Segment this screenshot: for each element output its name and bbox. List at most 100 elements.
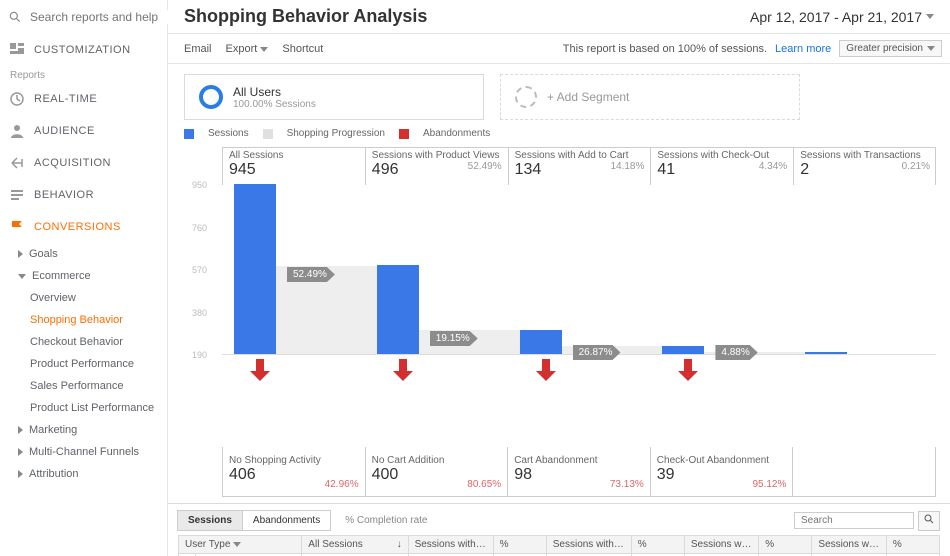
funnel-step: Sessions with Product Views 496 52.49% 1… (365, 147, 508, 447)
nav-acquisition[interactable]: ACQUISITION (0, 147, 167, 179)
nav-behavior[interactable]: BEHAVIOR (0, 179, 167, 211)
nav-label: ACQUISITION (34, 157, 111, 169)
table-search-button[interactable] (918, 511, 940, 531)
y-tick: 950 (192, 180, 207, 190)
search-input[interactable] (30, 10, 185, 24)
export-label: Export (226, 43, 258, 55)
bar[interactable] (520, 330, 562, 354)
nav-product-performance[interactable]: Product Performance (30, 353, 167, 375)
clock-icon (10, 92, 24, 106)
funnel-step: Sessions with Check-Out 41 4.34% 4.88% (650, 147, 793, 447)
drop-label: Check-Out Abandonment (657, 455, 787, 466)
date-range-picker[interactable]: Apr 12, 2017 - Apr 21, 2017 (750, 9, 934, 25)
email-link[interactable]: Email (184, 43, 212, 55)
nav-audience[interactable]: AUDIENCE (0, 115, 167, 147)
nav-ecommerce[interactable]: Ecommerce (0, 265, 167, 287)
arrow-down-icon (678, 359, 698, 384)
drop-pct: 80.65% (467, 479, 501, 490)
segment-title: All Users (233, 85, 316, 99)
nav-label: AUDIENCE (34, 125, 95, 137)
nav-checkout-behavior[interactable]: Checkout Behavior (30, 331, 167, 353)
share-icon (10, 156, 24, 170)
segment-all-users[interactable]: All Users 100.00% Sessions (184, 74, 484, 120)
nav-overview[interactable]: Overview (30, 287, 167, 309)
arrow-down-icon (536, 359, 556, 384)
funnel-step: All Sessions 945 52.49% (222, 147, 365, 447)
step-label: Sessions with Transactions (800, 150, 929, 161)
nav-label: BEHAVIOR (34, 189, 94, 201)
step-header: Sessions with Transactions 2 0.21% (793, 147, 936, 185)
page-title: Shopping Behavior Analysis (184, 6, 427, 27)
bar[interactable] (234, 184, 276, 354)
th-pct4[interactable]: % (886, 536, 939, 554)
legend-progression: Shopping Progression (287, 128, 385, 139)
add-segment[interactable]: + Add Segment (500, 74, 800, 120)
nav-shopping-behavior[interactable]: Shopping Behavior (30, 309, 167, 331)
caret-icon (18, 274, 26, 279)
step-value: 945 (229, 161, 359, 179)
nav-customization[interactable]: CUSTOMIZATION (0, 34, 167, 66)
reports-label: Reports (0, 66, 167, 83)
tab-sessions[interactable]: Sessions (177, 510, 243, 531)
sub-label: Goals (29, 248, 58, 260)
th-pct3[interactable]: % (759, 536, 812, 554)
th-add-cart[interactable]: Sessions with Add to Cart (546, 536, 631, 554)
caret-icon (18, 426, 23, 434)
drop-cell: Check-Out Abandonment 39 95.12% (650, 447, 793, 497)
step-label: Sessions with Check-Out (657, 150, 787, 161)
y-tick: 760 (192, 223, 207, 233)
add-segment-label: + Add Segment (547, 90, 629, 104)
chevron-down-icon (260, 47, 268, 52)
th-checkout[interactable]: Sessions with Check-Out (684, 536, 758, 554)
legend-swatch-progression (263, 129, 273, 139)
learn-more-link[interactable]: Learn more (775, 43, 831, 55)
chevron-down-icon (927, 46, 935, 51)
nav-goals[interactable]: Goals (0, 243, 167, 265)
list-icon (10, 188, 24, 202)
th-all-sessions[interactable]: All Sessions ↓ (302, 536, 408, 554)
nav-sales-performance[interactable]: Sales Performance (30, 375, 167, 397)
progression-pct: 26.87% (573, 345, 621, 360)
legend-sessions: Sessions (208, 128, 249, 139)
drop-cell: No Cart Addition 400 80.65% (365, 447, 508, 497)
bar[interactable] (377, 265, 419, 354)
sort-down-icon: ↓ (397, 539, 402, 550)
th-user-type[interactable]: User Type (179, 536, 302, 554)
step-header: Sessions with Check-Out 41 4.34% (650, 147, 793, 185)
nav-multi-channel[interactable]: Multi-Channel Funnels (0, 441, 167, 463)
drop-pct: 73.13% (610, 479, 644, 490)
caret-icon (18, 470, 23, 478)
chevron-down-icon (233, 542, 241, 547)
export-link[interactable]: Export (226, 43, 269, 55)
precision-button[interactable]: Greater precision (839, 40, 942, 57)
y-tick: 190 (192, 350, 207, 360)
step-header: Sessions with Product Views 496 52.49% (365, 147, 508, 185)
table-search-input[interactable] (794, 512, 914, 529)
step-header: All Sessions 945 (222, 147, 365, 185)
nav-conversions[interactable]: CONVERSIONS (0, 211, 167, 243)
sub-label: Marketing (29, 424, 77, 436)
funnel-step: Sessions with Add to Cart 134 14.18% 26.… (508, 147, 651, 447)
progression-pct: 19.15% (430, 331, 478, 346)
th-transactions[interactable]: Sessions with Transactions (812, 536, 886, 554)
drop-cell: Cart Abandonment 98 73.13% (507, 447, 650, 497)
nav-marketing[interactable]: Marketing (0, 419, 167, 441)
sub-label: Ecommerce (32, 270, 91, 282)
drop-label: No Shopping Activity (229, 455, 359, 466)
search-row[interactable] (0, 0, 167, 34)
drop-pct: 95.12% (752, 479, 786, 490)
progression-pct: 52.49% (287, 267, 335, 282)
th-pct1[interactable]: % (493, 536, 546, 554)
th-pct2[interactable]: % (631, 536, 684, 554)
bar[interactable] (805, 352, 847, 354)
nav-product-list-performance[interactable]: Product List Performance (30, 397, 167, 419)
nav-realtime[interactable]: REAL-TIME (0, 83, 167, 115)
shortcut-link[interactable]: Shortcut (282, 43, 323, 55)
step-pct: 4.34% (759, 161, 787, 172)
th-product-views[interactable]: Sessions with Product Views (408, 536, 493, 554)
nav-attribution[interactable]: Attribution (0, 463, 167, 485)
tab-abandonments[interactable]: Abandonments (242, 510, 331, 531)
person-icon (10, 124, 24, 138)
step-header: Sessions with Add to Cart 134 14.18% (508, 147, 651, 185)
bar[interactable] (662, 346, 704, 354)
